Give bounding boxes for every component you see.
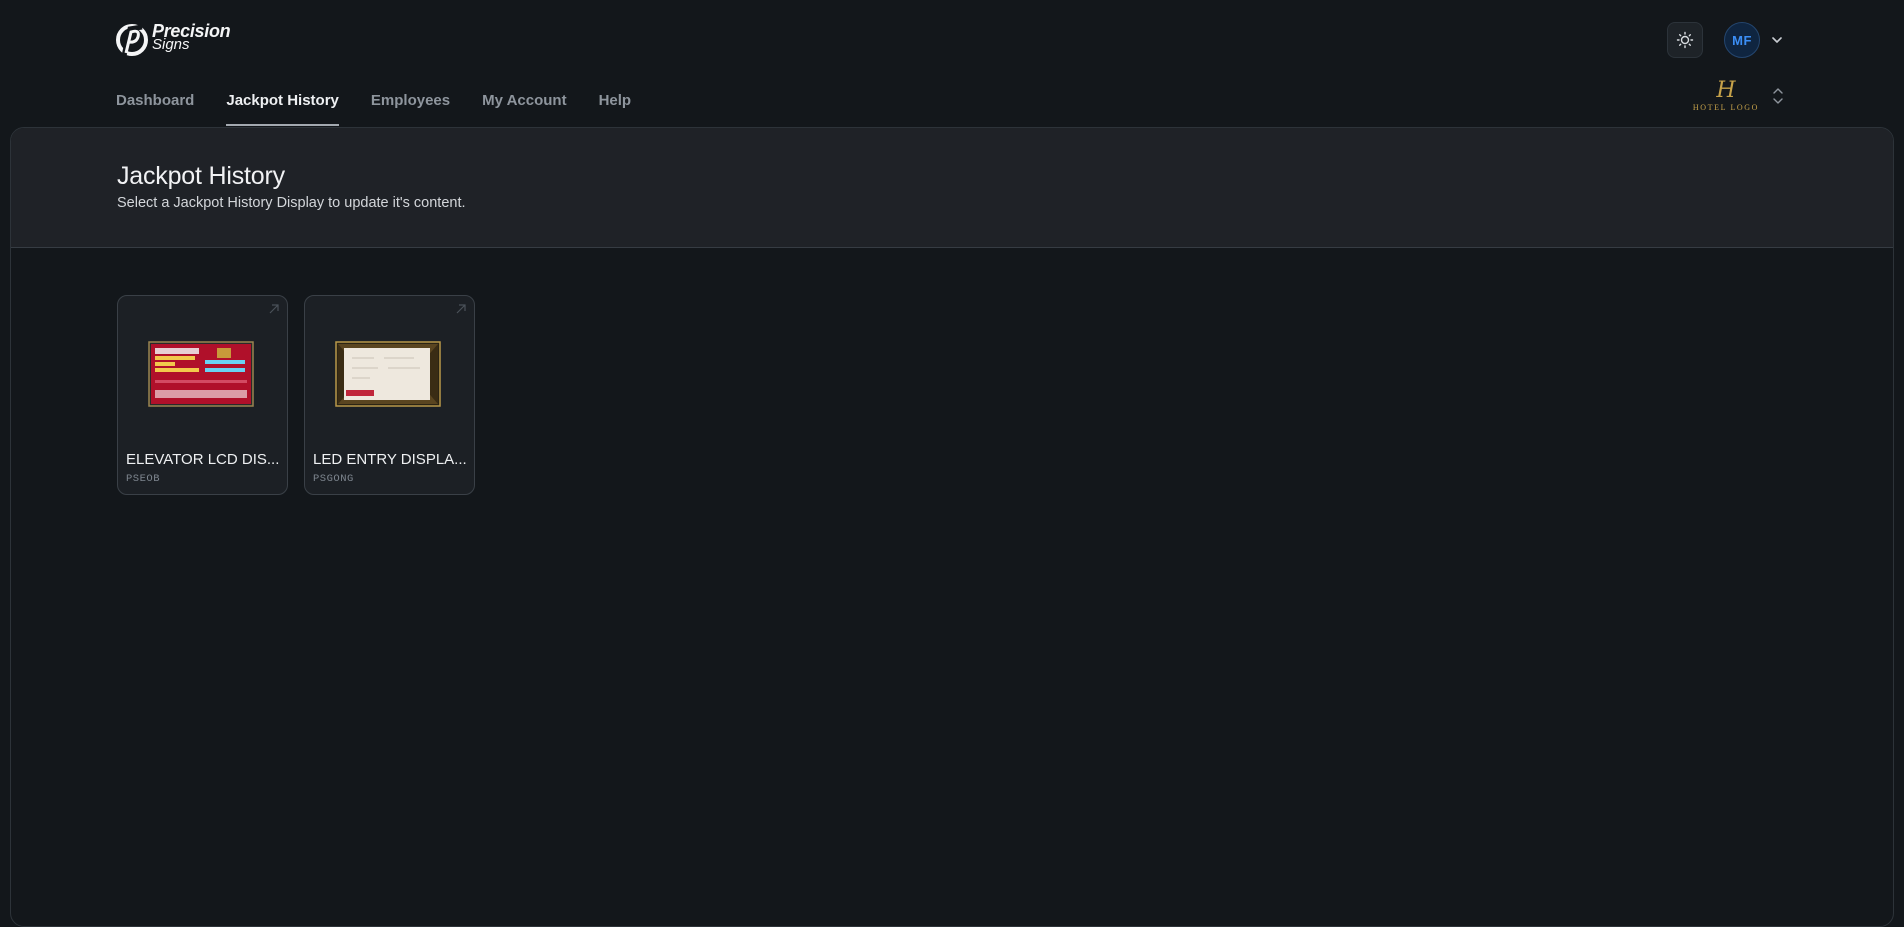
display-name: ELEVATOR LCD DIS... (126, 451, 280, 468)
display-thumbnail (148, 341, 254, 407)
property-selector-logo[interactable]: H HOTEL LOGO (1690, 80, 1762, 116)
chevron-up-down-icon[interactable] (1772, 86, 1784, 106)
display-code: PSEOB (126, 473, 161, 485)
hotel-logo-mark: H (1716, 78, 1736, 103)
sun-icon (1676, 31, 1694, 49)
display-card-list: ELEVATOR LCD DIS... PSEOB LED ENTRY DISP… (117, 295, 475, 495)
nav-help[interactable]: Help (599, 88, 632, 126)
display-code: PSGONG (313, 473, 354, 485)
theme-toggle-button[interactable] (1667, 22, 1703, 58)
precision-signs-logo[interactable]: Precision Signs (116, 22, 231, 58)
display-thumbnail (335, 341, 441, 407)
page-title: Jackpot History (117, 162, 285, 190)
top-bar: Precision Signs MF Dashboard Jackpot His… (0, 0, 1904, 127)
precision-signs-logo-icon (116, 24, 148, 57)
user-avatar[interactable]: MF (1724, 22, 1760, 58)
nav-dashboard[interactable]: Dashboard (116, 88, 194, 126)
main-panel: Jackpot History Select a Jackpot History… (10, 127, 1894, 927)
page-subtitle: Select a Jackpot History Display to upda… (117, 195, 466, 211)
external-link-arrow-icon (456, 304, 466, 314)
external-link-arrow-icon (269, 304, 279, 314)
display-card[interactable]: ELEVATOR LCD DIS... PSEOB (117, 295, 288, 495)
page-header: Jackpot History Select a Jackpot History… (11, 128, 1893, 248)
main-nav: Dashboard Jackpot History Employees My A… (116, 88, 663, 127)
nav-employees[interactable]: Employees (371, 88, 450, 126)
display-card[interactable]: LED ENTRY DISPLA... PSGONG (304, 295, 475, 495)
chevron-down-icon[interactable] (1770, 33, 1784, 47)
nav-my-account[interactable]: My Account (482, 88, 566, 126)
logo-wordmark: Precision Signs (152, 22, 272, 52)
display-name: LED ENTRY DISPLA... (313, 451, 467, 468)
hotel-logo-text: HOTEL LOGO (1692, 103, 1760, 112)
nav-jackpot-history[interactable]: Jackpot History (226, 88, 339, 126)
